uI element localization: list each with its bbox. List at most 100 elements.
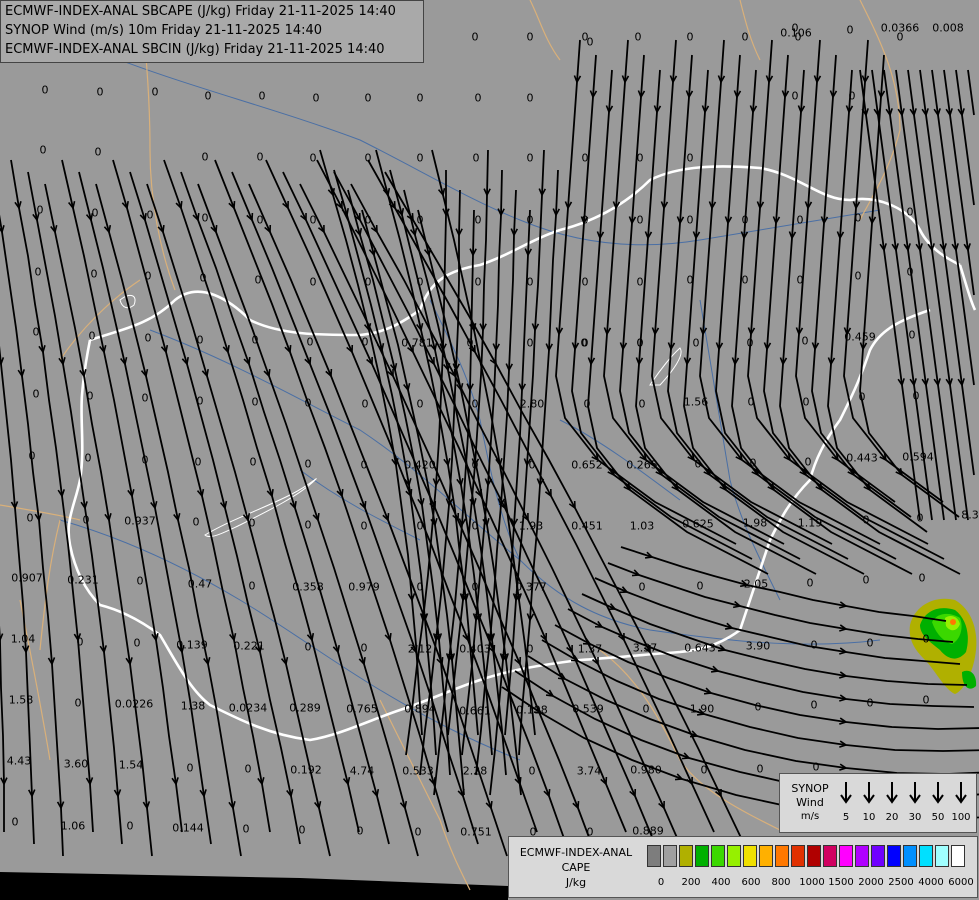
cape-color-swatch xyxy=(759,845,773,867)
cape-value-label: 0 xyxy=(866,696,874,710)
cape-tick-label: 1000 xyxy=(799,877,825,888)
cape-value-label: 0 xyxy=(636,336,644,350)
cape-value-label: 0 xyxy=(196,333,204,347)
cape-value-label: 0.533 xyxy=(402,764,434,778)
cape-value-label: 0 xyxy=(642,702,650,716)
cape-value-label: 3.37 xyxy=(632,641,658,655)
cape-value-label: 0 xyxy=(309,151,317,165)
cape-value-label: 0 xyxy=(806,576,814,590)
cape-value-label: 0 xyxy=(638,397,646,411)
wind-speed-label: 100 xyxy=(951,812,971,823)
cape-value-label: 0 xyxy=(201,150,209,164)
cape-value-label: 0 xyxy=(922,632,930,646)
wind-legend: SYNOP Wind m/s 5 10 20 30 50 100 xyxy=(779,773,977,833)
cape-value-label: 0 xyxy=(126,819,134,833)
cape-value-label: 0 xyxy=(144,331,152,345)
cape-value-label: 0.0226 xyxy=(114,697,154,711)
cape-value-label: 0 xyxy=(304,640,312,654)
weather-map xyxy=(0,0,979,900)
cape-value-label: 0 xyxy=(242,822,250,836)
cape-value-label: 0 xyxy=(526,213,534,227)
cape-color-swatch xyxy=(711,845,725,867)
cape-value-label: 0.937 xyxy=(124,514,156,528)
cape-value-label: 0 xyxy=(416,519,424,533)
cape-tick-label: 800 xyxy=(771,877,791,888)
cape-value-label: 0 xyxy=(526,642,534,656)
cape-tick-label: 4000 xyxy=(918,877,944,888)
cape-value-label: 0 xyxy=(86,389,94,403)
cape-value-label: 0 xyxy=(141,453,149,467)
wind-arrow-icon xyxy=(955,782,967,804)
cape-tick-label: 200 xyxy=(681,877,701,888)
cape-value-label: 0.443 xyxy=(846,451,878,465)
title-sbcin: ECMWF-INDEX-ANAL SBCIN (J/kg) Friday 21-… xyxy=(5,42,385,57)
cape-value-label: 0 xyxy=(686,30,694,44)
cape-value-label: 0 xyxy=(199,271,207,285)
cape-value-label: 1.90 xyxy=(689,702,715,716)
cape-value-label: 0 xyxy=(151,85,159,99)
cape-value-label: 0 xyxy=(254,273,262,287)
wind-speed-label: 5 xyxy=(842,812,850,823)
wind-legend-arrows xyxy=(840,782,967,804)
cape-value-label: 0.403 xyxy=(459,642,491,656)
cape-value-label: 0 xyxy=(360,519,368,533)
cape-value-label: 0 xyxy=(634,30,642,44)
cape-value-label: 0 xyxy=(854,211,862,225)
cape-value-label: 0 xyxy=(249,455,257,469)
cape-value-label: 0 xyxy=(144,269,152,283)
cape-value-label: 0 xyxy=(244,762,252,776)
cape-value-label: 1.38 xyxy=(180,699,206,713)
cape-value-label: 0 xyxy=(256,150,264,164)
cape-value-label: 0 xyxy=(638,580,646,594)
cape-value-label: 1.58 xyxy=(8,693,34,707)
cape-value-label: 4.43 xyxy=(6,754,32,768)
cape-color-swatch xyxy=(679,845,693,867)
wind-speed-label: 50 xyxy=(931,812,945,823)
cape-value-label: 0.894 xyxy=(404,702,436,716)
cape-value-label: 0 xyxy=(88,329,96,343)
cape-value-label: 0 xyxy=(801,334,809,348)
cape-value-label: 0 xyxy=(526,30,534,44)
cape-value-label: 0 xyxy=(11,815,19,829)
cape-value-label: 0 xyxy=(361,335,369,349)
wind-arrow-icon xyxy=(863,782,875,804)
cape-value-label: 0 xyxy=(866,636,874,650)
cape-value-label: 0.144 xyxy=(172,821,204,835)
cape-value-label: 0.47 xyxy=(187,577,213,591)
cape-color-swatch xyxy=(919,845,933,867)
cape-color-swatch xyxy=(695,845,709,867)
cape-value-label: 0 xyxy=(90,267,98,281)
cape-value-label: 0 xyxy=(700,763,708,777)
cape-value-label: 0 xyxy=(466,336,474,350)
cape-value-label: 0 xyxy=(741,30,749,44)
cape-value-label: 0 xyxy=(848,89,856,103)
cape-value-label: 0 xyxy=(34,265,42,279)
cape-tick-label: 1500 xyxy=(828,877,854,888)
cape-value-label: 2.12 xyxy=(407,642,433,656)
cape-value-label: 0 xyxy=(96,85,104,99)
cape-value-label: 0.652 xyxy=(571,458,603,472)
cape-value-label: 0 xyxy=(136,574,144,588)
cape-value-label: 0 xyxy=(854,269,862,283)
cape-value-label: 0.751 xyxy=(460,825,492,839)
cape-value-label: 0 xyxy=(747,395,755,409)
cape-value-label: 0 xyxy=(862,513,870,527)
cape-value-label: 0 xyxy=(76,635,84,649)
cape-value-label: 0 xyxy=(471,397,479,411)
cape-value-label: 0.198 xyxy=(516,703,548,717)
cape-color-swatch xyxy=(727,845,741,867)
cape-value-label: 0 xyxy=(201,211,209,225)
cape-value-label: 0 xyxy=(196,394,204,408)
cape-value-label: 0 xyxy=(364,91,372,105)
cape-value-label: 0 xyxy=(146,208,154,222)
cape-value-label: 0 xyxy=(248,579,256,593)
cape-value-label: 0 xyxy=(749,456,757,470)
cape-value-label: 0 xyxy=(526,91,534,105)
cape-value-label: 0.358 xyxy=(292,580,324,594)
cape-value-label: 0 xyxy=(636,275,644,289)
cape-value-label: 0 xyxy=(916,511,924,525)
cape-value-label: 0.0234 xyxy=(228,701,268,715)
map-title-box: ECMWF-INDEX-ANAL SBCAPE (J/kg) Friday 21… xyxy=(0,0,424,63)
cape-value-label: 0 xyxy=(804,455,812,469)
cape-legend: ECMWF-INDEX-ANAL CAPE J/kg 0 200 400 600 800… xyxy=(508,836,978,898)
